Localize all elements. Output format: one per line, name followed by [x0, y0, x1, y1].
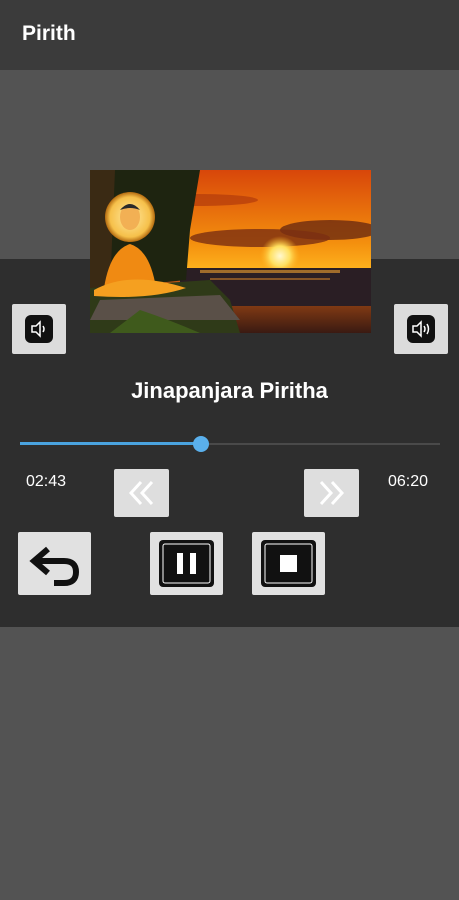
- speaker-icon: [25, 315, 53, 343]
- seek-bar[interactable]: [20, 434, 440, 454]
- total-time: 06:20: [388, 473, 429, 490]
- pause-icon: [159, 540, 214, 587]
- album-art-image: [90, 170, 371, 333]
- speaker-icon: [407, 315, 435, 343]
- pause-button[interactable]: [150, 532, 223, 595]
- volume-down-button[interactable]: [12, 304, 66, 354]
- track-title: Jinapanjara Piritha: [131, 378, 328, 403]
- double-chevron-right-icon: [319, 480, 345, 506]
- app-bar: Pirith: [0, 0, 459, 70]
- seek-thumb[interactable]: [193, 436, 209, 452]
- fast-forward-button[interactable]: [304, 469, 359, 517]
- volume-up-button[interactable]: [394, 304, 448, 354]
- seek-progress: [20, 442, 201, 445]
- current-time: 02:43: [26, 473, 67, 490]
- stop-button[interactable]: [252, 532, 325, 595]
- back-button[interactable]: [18, 532, 91, 595]
- stop-icon: [261, 540, 316, 587]
- rewind-button[interactable]: [114, 469, 169, 517]
- undo-arrow-icon: [29, 546, 80, 586]
- double-chevron-left-icon: [128, 480, 154, 506]
- app-title: Pirith: [22, 22, 76, 45]
